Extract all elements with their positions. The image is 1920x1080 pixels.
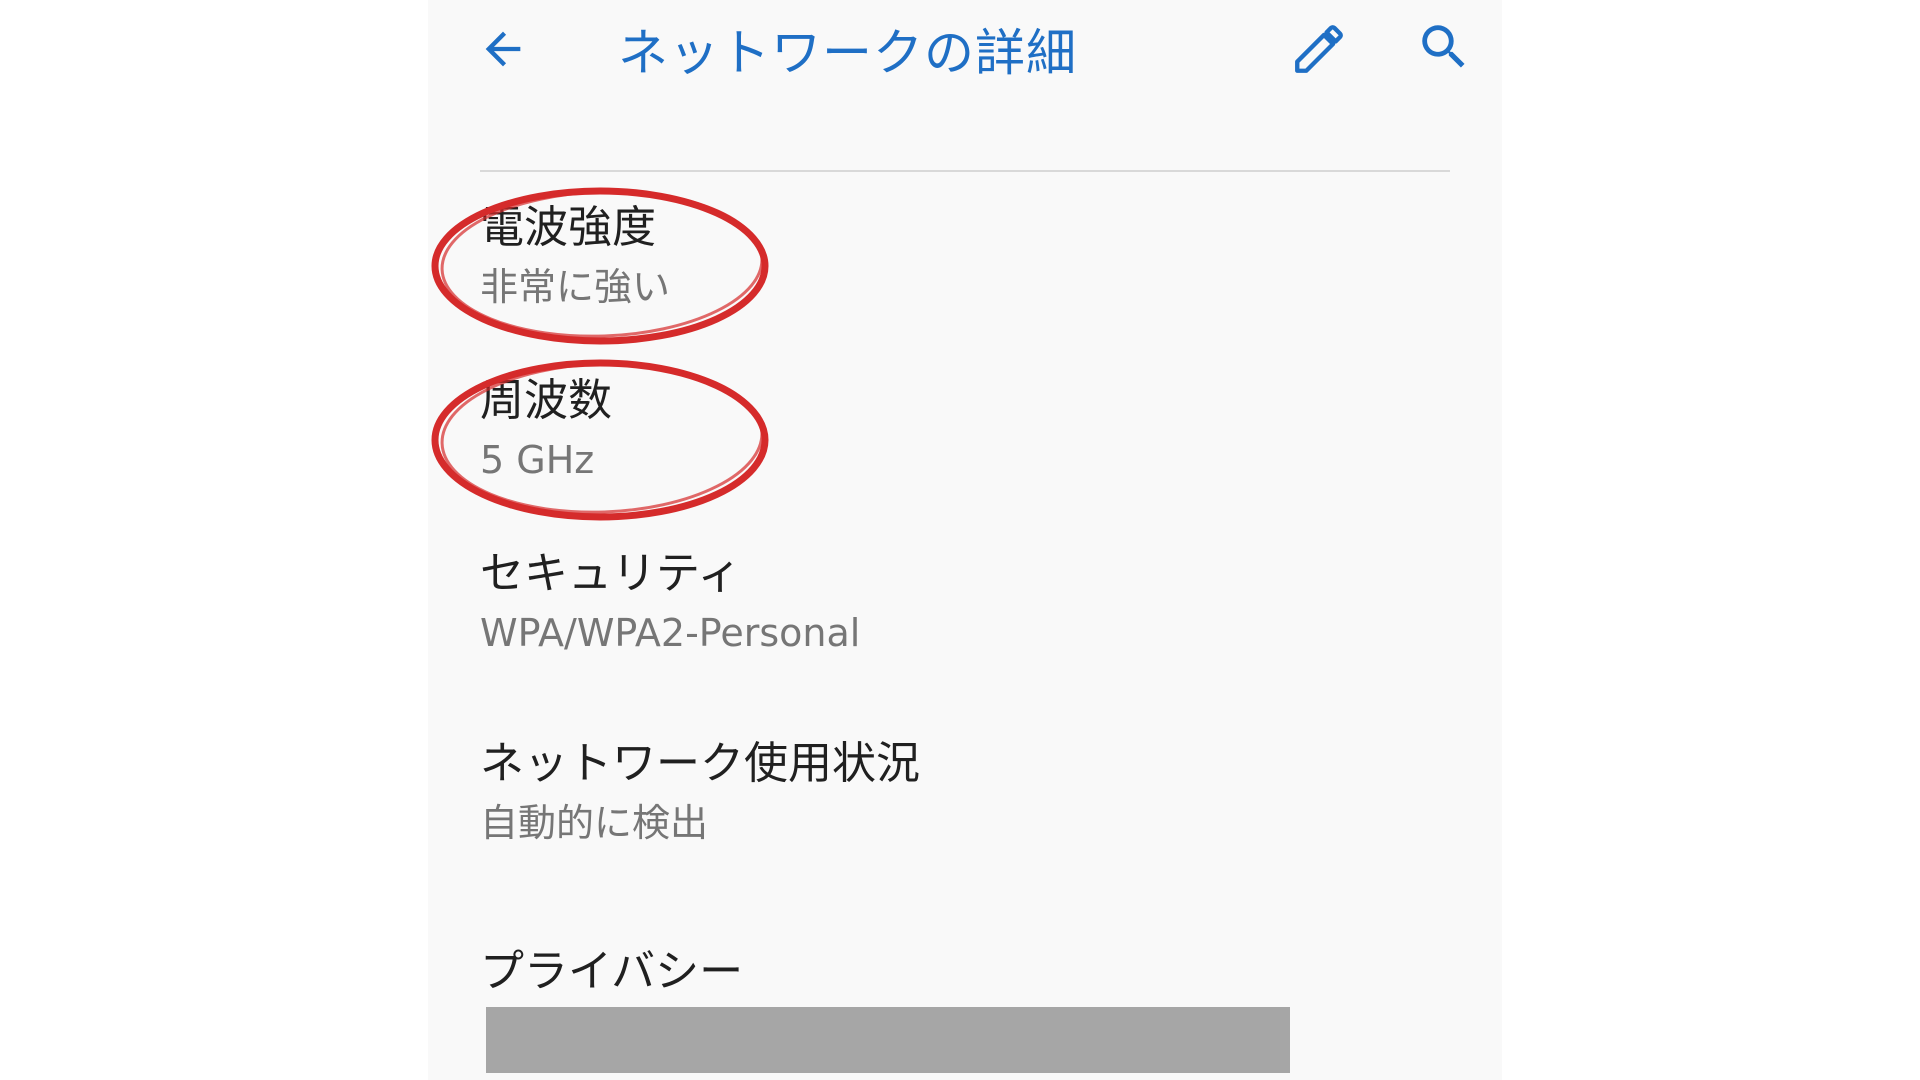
detail-value: 非常に強い (480, 265, 671, 309)
pencil-icon (1295, 25, 1343, 73)
page-title: ネットワークの詳細 (618, 24, 1077, 82)
arrow-left-icon (485, 31, 521, 67)
redaction-bar (486, 1007, 1290, 1073)
detail-network-usage[interactable]: ネットワーク使用状況 自動的に検出 (480, 736, 1440, 848)
app-bar: ネットワークの詳細 (428, 0, 1502, 110)
page: ネットワークの詳細 電波強度 非常に強い 周波数 5 GHz セキュリティ WP… (0, 0, 1920, 1080)
back-button[interactable] (468, 14, 538, 84)
divider (480, 170, 1450, 172)
detail-signal-strength[interactable]: 電波強度 非常に強い (480, 200, 1440, 312)
search-icon (1422, 25, 1465, 68)
detail-title: ネットワーク使用状況 (480, 738, 920, 789)
detail-value: 自動的に検出 (480, 801, 709, 845)
detail-title: 電波強度 (480, 202, 656, 253)
detail-title: セキュリティ (480, 548, 742, 599)
detail-security[interactable]: セキュリティ WPA/WPA2-Personal (480, 546, 1440, 658)
search-button[interactable] (1409, 12, 1479, 82)
detail-value: 5 GHz (480, 438, 595, 482)
edit-button[interactable] (1284, 14, 1354, 84)
phone-screen: ネットワークの詳細 電波強度 非常に強い 周波数 5 GHz セキュリティ WP… (428, 0, 1502, 1080)
detail-frequency[interactable]: 周波数 5 GHz (480, 373, 1440, 485)
detail-title: 周波数 (480, 375, 612, 426)
detail-privacy[interactable]: プライバシー (480, 944, 1440, 1000)
detail-value: WPA/WPA2-Personal (480, 611, 861, 655)
detail-title: プライバシー (480, 946, 744, 997)
